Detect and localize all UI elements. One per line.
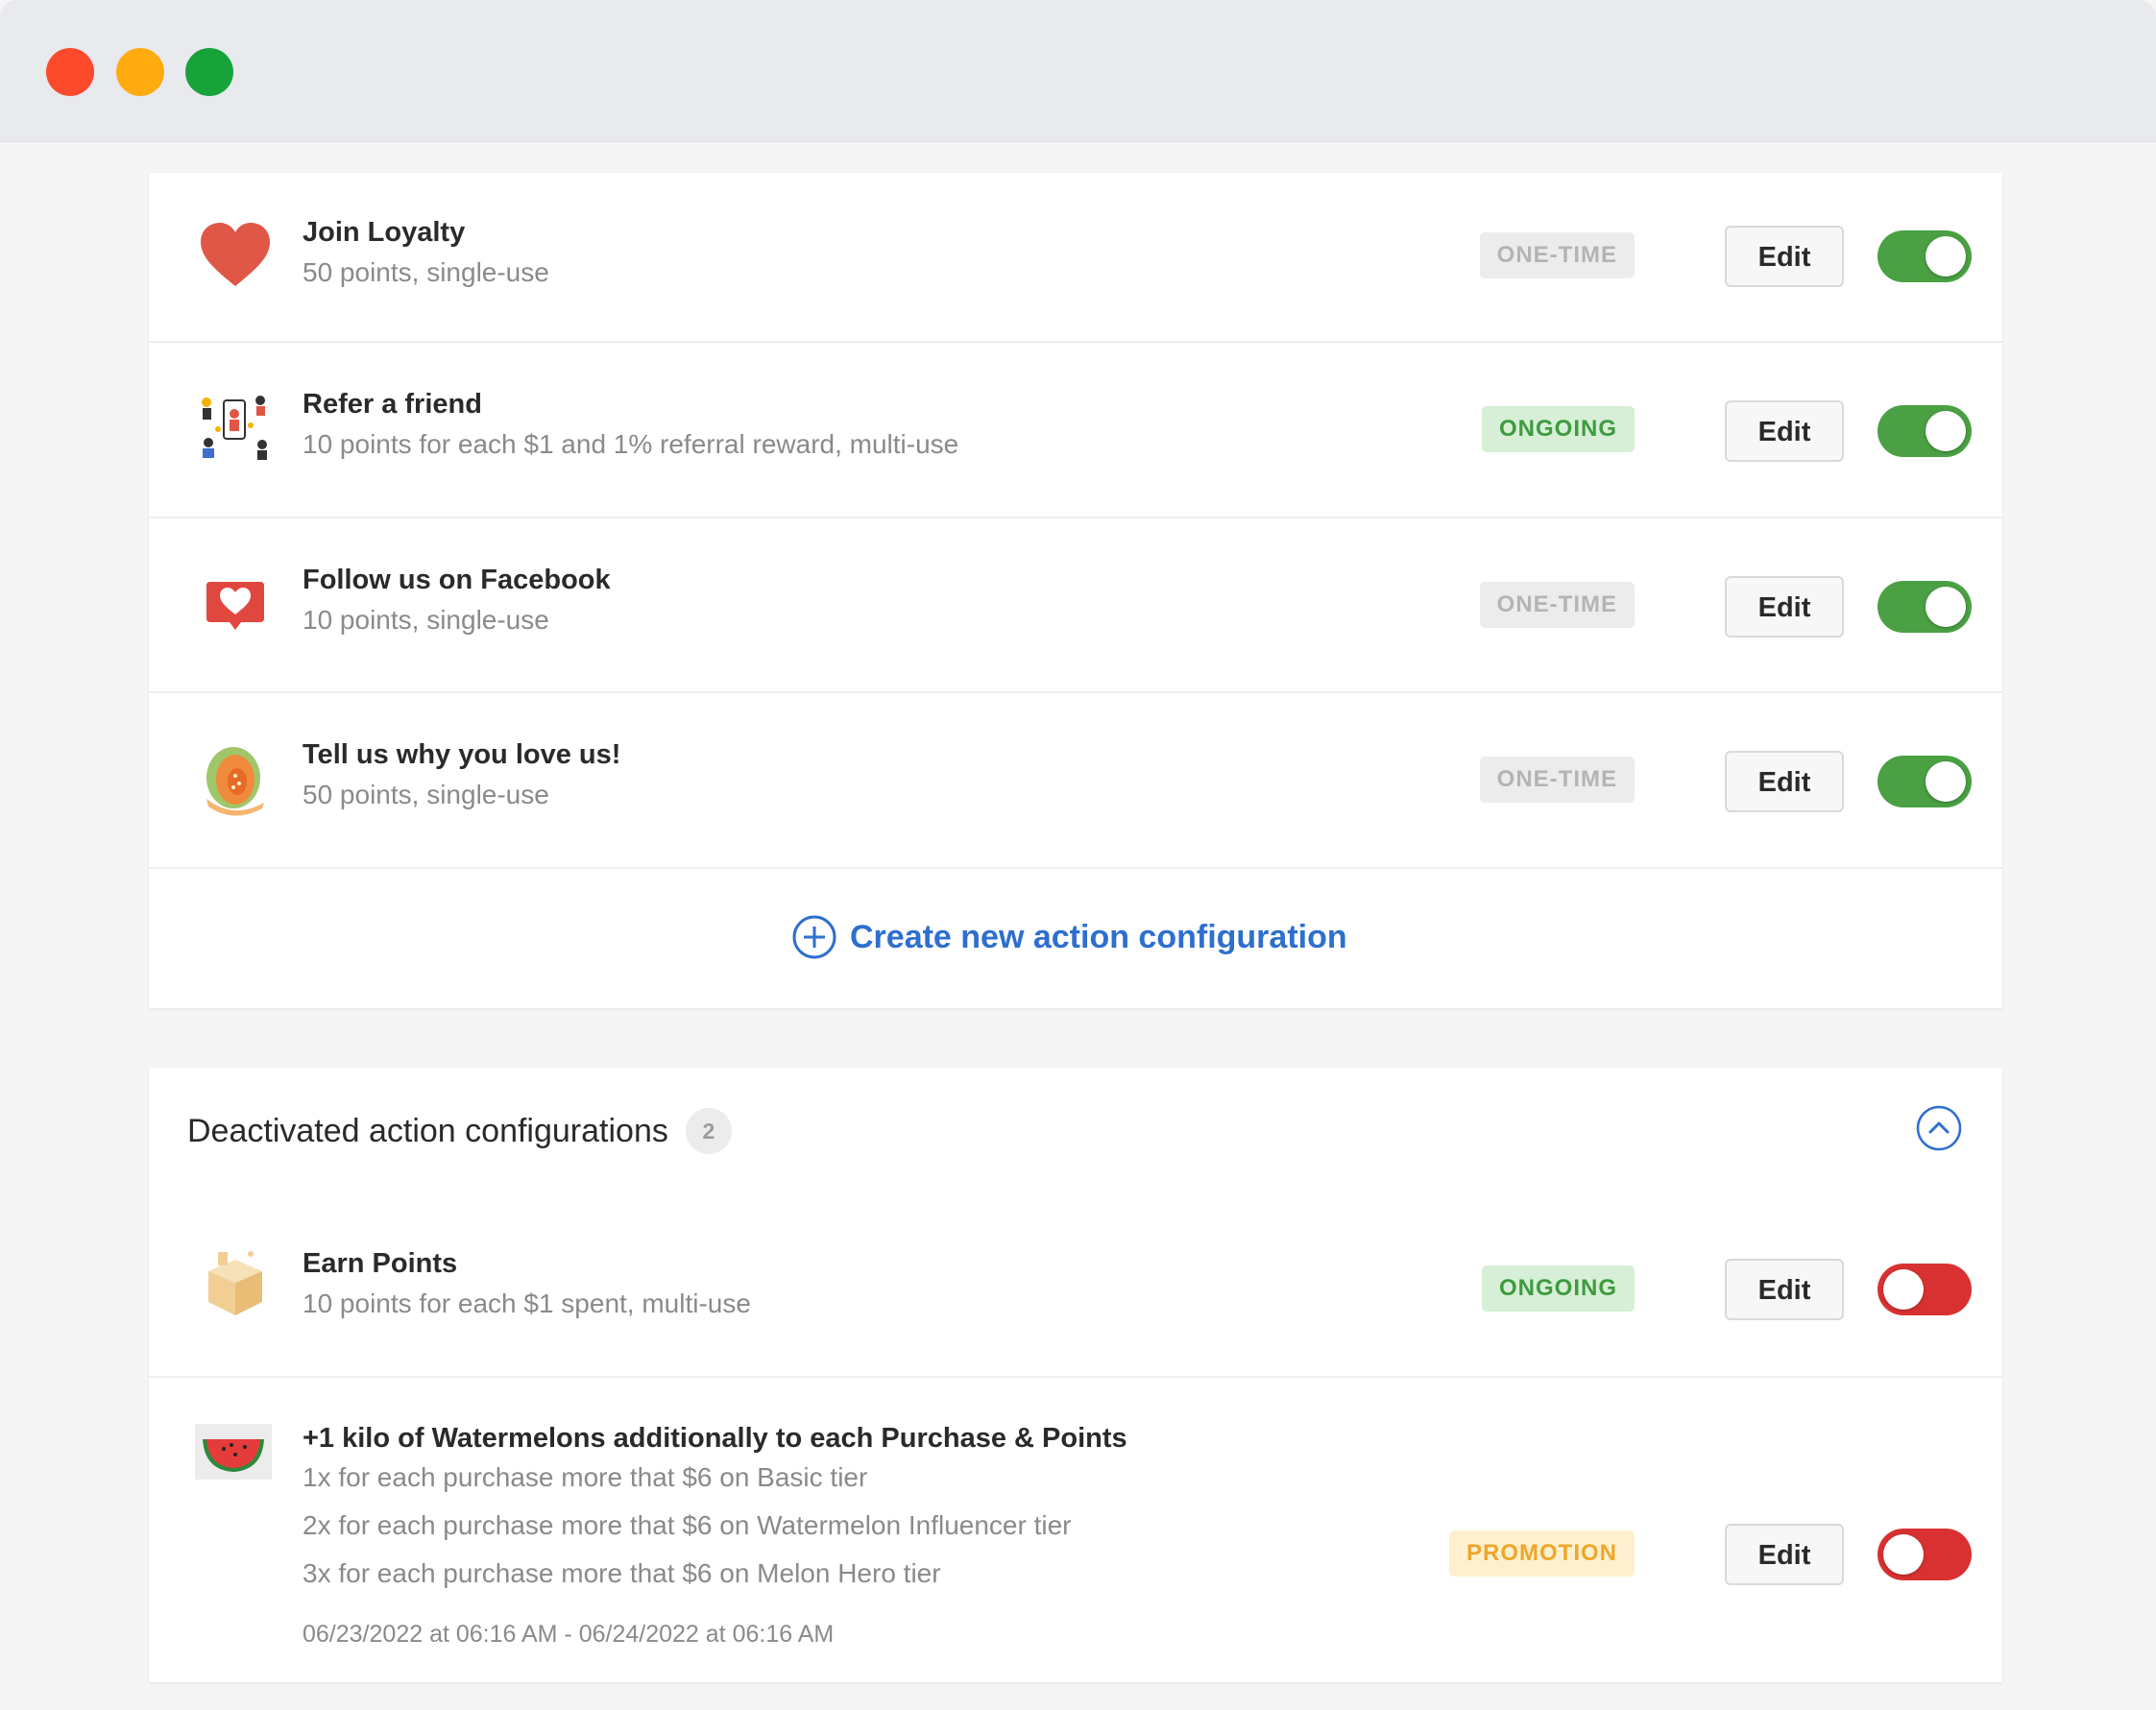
- enable-toggle[interactable]: [1877, 405, 1972, 457]
- toggle-knob: [1883, 1534, 1924, 1575]
- collapse-chevron-up-icon[interactable]: [1915, 1104, 1963, 1152]
- deactivated-actions-panel: Deactivated action configurations 2 Earn…: [149, 1068, 2002, 1682]
- action-subtitle: 10 points for each $1 and 1% referral re…: [303, 429, 959, 459]
- toggle-knob: [1926, 761, 1966, 802]
- edit-button[interactable]: Edit: [1725, 400, 1844, 462]
- action-subtitle: 50 points, single-use: [303, 780, 549, 809]
- date-range: 06/23/2022 at 06:16 AM - 06/24/2022 at 0…: [303, 1621, 835, 1648]
- action-title: Follow us on Facebook: [303, 565, 611, 595]
- action-subtitle: 50 points, single-use: [303, 257, 549, 287]
- create-action-button[interactable]: Create new action configuration: [792, 915, 1347, 959]
- watermelon-icon: [195, 1424, 272, 1480]
- melon-icon: [206, 747, 264, 816]
- edit-button[interactable]: Edit: [1725, 226, 1844, 287]
- toggle-knob: [1926, 587, 1966, 627]
- heart-icon: [201, 223, 270, 286]
- toggle-knob: [1926, 236, 1966, 277]
- tier-line-hero: 3x for each purchase more that $6 on Mel…: [303, 1558, 941, 1588]
- action-row-tell-why: Tell us why you love us! 50 points, sing…: [149, 691, 2002, 869]
- create-action-label: Create new action configuration: [850, 918, 1347, 955]
- add-circle-icon: [792, 915, 836, 959]
- action-title: Join Loyalty: [303, 217, 466, 248]
- section-title: Deactivated action configurations: [187, 1112, 668, 1149]
- box-icon: [208, 1251, 262, 1315]
- status-badge: ONGOING: [1481, 406, 1635, 452]
- referral-illustration-icon: [202, 396, 267, 460]
- action-row-watermelon-promo: +1 kilo of Watermelons additionally to e…: [149, 1376, 2002, 1682]
- tier-line-basic: 1x for each purchase more that $6 on Bas…: [303, 1462, 868, 1492]
- status-badge: ONE-TIME: [1479, 582, 1635, 628]
- edit-button[interactable]: Edit: [1725, 751, 1844, 812]
- action-title: Refer a friend: [303, 389, 482, 420]
- edit-button[interactable]: Edit: [1725, 1259, 1844, 1320]
- create-action-row: Create new action configuration: [149, 869, 2002, 1008]
- count-badge: 2: [685, 1108, 732, 1154]
- enable-toggle[interactable]: [1877, 230, 1972, 282]
- action-row-earn-points: Earn Points 10 points for each $1 spent,…: [149, 1183, 2002, 1378]
- enable-toggle[interactable]: [1877, 581, 1972, 633]
- window-titlebar: [0, 0, 2156, 142]
- deactivated-section-header: Deactivated action configurations 2: [187, 1108, 732, 1154]
- status-badge: ONGOING: [1481, 1265, 1635, 1312]
- edit-button[interactable]: Edit: [1725, 1524, 1844, 1585]
- active-actions-panel: Join Loyalty 50 points, single-use ONE-T…: [149, 173, 2002, 1008]
- enable-toggle[interactable]: [1877, 1264, 1972, 1315]
- toggle-knob: [1883, 1269, 1924, 1310]
- toggle-knob: [1926, 411, 1966, 451]
- action-row-follow-facebook: Follow us on Facebook 10 points, single-…: [149, 517, 2002, 693]
- minimize-window-button[interactable]: [116, 48, 164, 96]
- action-title: Tell us why you love us!: [303, 739, 621, 770]
- heart-message-icon: [206, 582, 264, 630]
- action-subtitle: 10 points for each $1 spent, multi-use: [303, 1289, 751, 1318]
- maximize-window-button[interactable]: [185, 48, 233, 96]
- status-badge: ONE-TIME: [1479, 232, 1635, 278]
- status-badge: ONE-TIME: [1479, 757, 1635, 803]
- action-title: Earn Points: [303, 1248, 458, 1279]
- action-title: +1 kilo of Watermelons additionally to e…: [303, 1423, 1127, 1454]
- action-subtitle: 10 points, single-use: [303, 605, 549, 635]
- enable-toggle[interactable]: [1877, 756, 1972, 807]
- status-badge: PROMOTION: [1449, 1530, 1635, 1577]
- enable-toggle[interactable]: [1877, 1529, 1972, 1580]
- close-window-button[interactable]: [46, 48, 94, 96]
- app-window: Join Loyalty 50 points, single-use ONE-T…: [0, 0, 2156, 1710]
- edit-button[interactable]: Edit: [1725, 576, 1844, 638]
- action-row-refer-friend: Refer a friend 10 points for each $1 and…: [149, 341, 2002, 518]
- tier-line-influencer: 2x for each purchase more that $6 on Wat…: [303, 1510, 1072, 1540]
- action-row-join-loyalty: Join Loyalty 50 points, single-use ONE-T…: [149, 173, 2002, 343]
